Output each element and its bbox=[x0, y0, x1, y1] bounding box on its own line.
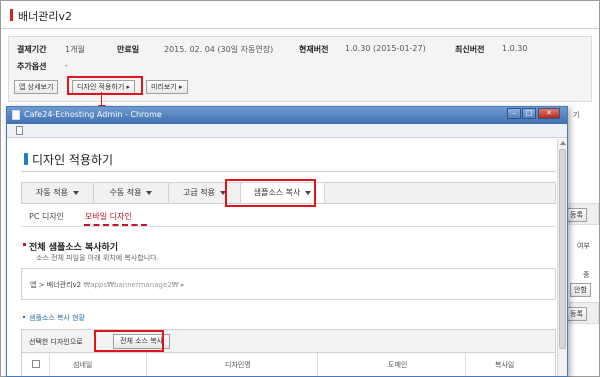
payment-period-label: 결제기간 bbox=[17, 45, 47, 54]
bg-text-mid: 중 bbox=[583, 271, 590, 279]
copy-status-table-header: 섬네일 디자인명 도메인 복사일 bbox=[21, 353, 556, 376]
copy-path: 앱 > 배너관리v2 ₩apps₩bannermanage2₩ ▸ bbox=[30, 280, 184, 290]
col-copy-date: 복사일 bbox=[495, 361, 515, 369]
section-title: 전체 샘플소스 복사하기 bbox=[29, 243, 119, 253]
caret-down-icon bbox=[146, 190, 153, 195]
status-bullet-icon bbox=[23, 316, 25, 318]
latest-version-value: 1.0.30 bbox=[502, 44, 528, 53]
tab-auto-apply[interactable]: 자동 적용 bbox=[22, 183, 94, 203]
tab-label: 수동 적용 bbox=[109, 188, 142, 197]
tab-label: 고급 적용 bbox=[183, 188, 215, 197]
expire-value: 2015. 02. 04 (30일 자동연장) bbox=[164, 45, 274, 54]
app-detail-button[interactable]: 앱 상세보기 bbox=[14, 80, 59, 94]
popup-window: Cafe24-Echosting Admin - Chrome – □ ✕ 디자… bbox=[6, 106, 568, 377]
current-version-value: 1.0.30 (2015-01-27) bbox=[345, 44, 426, 53]
page-icon bbox=[12, 110, 20, 120]
extra-option-label: 추가옵션 bbox=[17, 62, 47, 71]
annotation-underline-mobile bbox=[84, 224, 147, 226]
close-icon[interactable]: ✕ bbox=[538, 108, 560, 119]
subtab-mobile-design[interactable]: 모바일 디자인 bbox=[85, 211, 132, 222]
tab-label: 자동 적용 bbox=[36, 188, 68, 197]
scroll-up-icon[interactable] bbox=[560, 141, 566, 145]
preview-button[interactable]: 미리보기 ▸ bbox=[146, 80, 188, 94]
subtab-pc-design[interactable]: PC 디자인 bbox=[29, 211, 64, 222]
window-titlebar[interactable]: Cafe24-Echosting Admin - Chrome – □ ✕ bbox=[7, 107, 567, 124]
copy-path-box: 앱 > 배너관리v2 ₩apps₩bannermanage2₩ ▸ bbox=[21, 268, 556, 300]
page-title: 배너관리v2 bbox=[18, 10, 72, 23]
maximize-icon[interactable]: □ bbox=[522, 108, 536, 119]
col-design-name: 디자인명 bbox=[225, 361, 251, 369]
caret-right-icon: ▸ bbox=[180, 281, 185, 289]
popup-heading: 디자인 적용하기 bbox=[32, 153, 114, 167]
column-divider bbox=[146, 353, 147, 376]
annotation-highlight-apply bbox=[67, 76, 143, 95]
col-domain: 도메인 bbox=[388, 361, 408, 369]
current-version-label: 현재버전 bbox=[299, 45, 329, 54]
tab-manual-apply[interactable]: 수동 적용 bbox=[94, 183, 169, 203]
bg-register-button-1[interactable]: 등록 bbox=[566, 208, 587, 222]
window-title: Cafe24-Echosting Admin - Chrome bbox=[24, 110, 162, 119]
expire-label: 만료일 bbox=[117, 45, 140, 54]
path-prefix: 앱 > 배너관리v2 bbox=[30, 281, 82, 289]
selected-design-label: 선택한 디자인으로 bbox=[29, 338, 83, 346]
payment-period-value: 1개월 bbox=[65, 45, 85, 54]
annotation-highlight-copy-all bbox=[94, 330, 164, 352]
minimize-icon[interactable]: – bbox=[507, 108, 521, 119]
bg-register-button-2[interactable]: 등록 bbox=[566, 307, 587, 321]
section-bullet-icon bbox=[23, 243, 26, 246]
document-icon bbox=[16, 126, 23, 135]
preview-label: 미리보기 bbox=[151, 83, 177, 91]
latest-version-label: 최신버전 bbox=[455, 45, 485, 54]
vertical-scrollbar[interactable] bbox=[557, 139, 567, 376]
caret-right-icon: ▸ bbox=[179, 83, 183, 91]
section-description: 소스 전체 파일을 아래 위치에 복사합니다. bbox=[36, 254, 159, 262]
title-marker bbox=[10, 9, 13, 21]
column-divider bbox=[465, 353, 466, 376]
address-bar bbox=[7, 124, 567, 138]
col-thumbnail: 섬네일 bbox=[73, 361, 93, 369]
bg-text-or: 여부 bbox=[577, 242, 590, 250]
copy-status-title: 샘플소스 복사 현황 bbox=[29, 314, 85, 322]
annotation-highlight-sample-tab bbox=[225, 179, 316, 207]
column-divider bbox=[317, 353, 318, 376]
select-all-checkbox[interactable] bbox=[32, 360, 40, 368]
extra-option-value: - bbox=[65, 61, 68, 70]
heading-marker bbox=[24, 153, 28, 165]
bg-combine-button[interactable]: 안함 bbox=[570, 283, 591, 297]
page-header: 배너관리v2 bbox=[1, 1, 599, 29]
bg-text-fragment: 기 bbox=[573, 111, 580, 119]
device-subtabs: PC 디자인 모바일 디자인 bbox=[21, 207, 556, 227]
column-divider bbox=[49, 353, 50, 376]
path-directory: ₩apps₩bannermanage2₩ bbox=[83, 281, 179, 289]
heading-divider bbox=[21, 171, 556, 172]
scroll-thumb[interactable] bbox=[559, 149, 566, 349]
caret-down-icon bbox=[72, 190, 79, 195]
